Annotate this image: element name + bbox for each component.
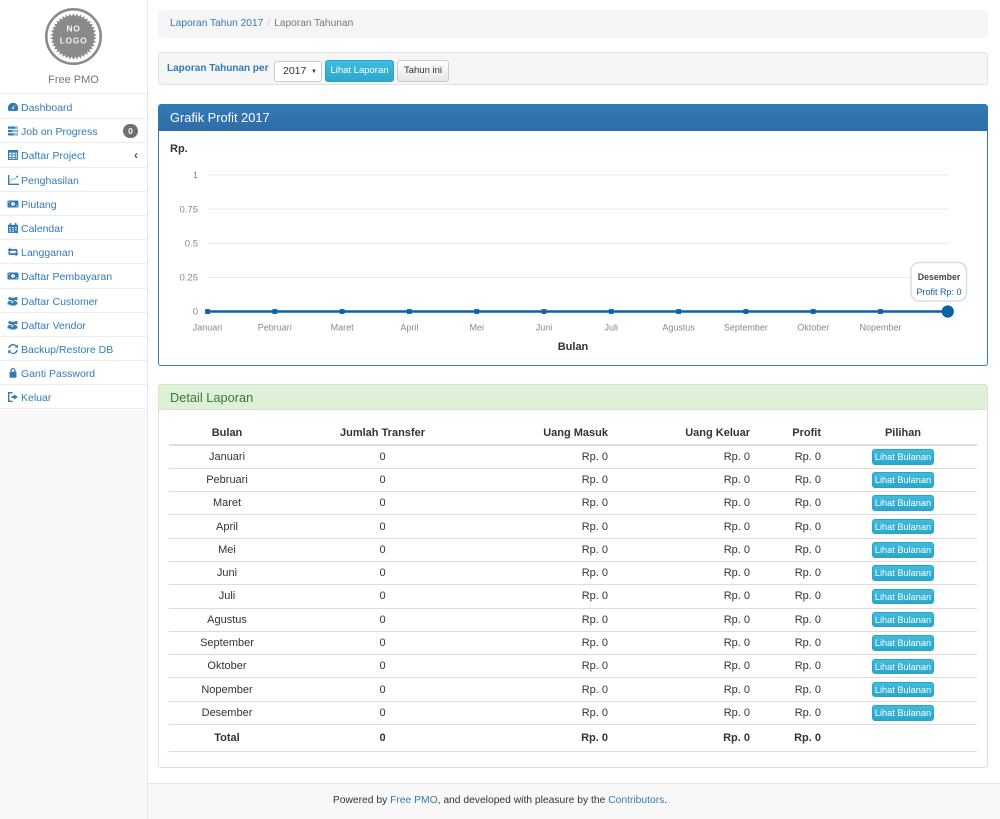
svg-text:Juni: Juni (536, 323, 553, 333)
svg-text:0.5: 0.5 (185, 238, 198, 249)
svg-text:Desember: Desember (918, 272, 961, 282)
svg-text:Juli: Juli (605, 323, 619, 333)
svg-text:0.75: 0.75 (180, 204, 199, 215)
svg-text:0.25: 0.25 (180, 273, 199, 284)
svg-text:April: April (400, 323, 418, 333)
svg-text:NO: NO (66, 24, 80, 34)
svg-text:0: 0 (193, 307, 198, 318)
svg-text:September: September (724, 323, 768, 333)
svg-text:Pebruari: Pebruari (258, 323, 292, 333)
svg-text:Januari: Januari (193, 323, 223, 333)
svg-text:LOGO: LOGO (60, 36, 88, 46)
svg-text:Oktober: Oktober (797, 323, 829, 333)
svg-text:1: 1 (193, 170, 198, 181)
svg-text:Agustus: Agustus (662, 323, 695, 333)
svg-text:Profit Rp: 0: Profit Rp: 0 (916, 287, 961, 297)
svg-text:Nopember: Nopember (859, 323, 901, 333)
svg-text:Mei: Mei (469, 323, 484, 333)
svg-text:Maret: Maret (331, 323, 355, 333)
